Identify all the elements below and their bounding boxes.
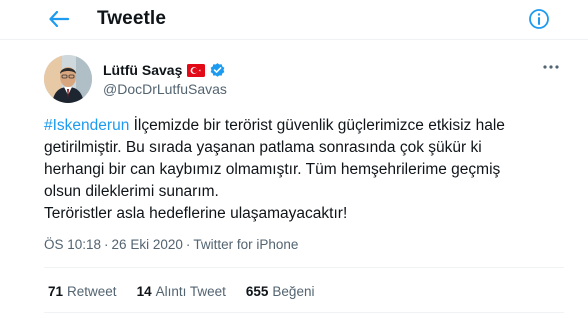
info-button[interactable] <box>528 8 552 32</box>
tweet-source-link[interactable]: Twitter for iPhone <box>193 237 298 252</box>
meta-separator: · <box>185 237 191 252</box>
tweet-line: getirilmiştir. Bu sırada yaşanan patlama… <box>44 139 482 156</box>
retweet-label: Retweet <box>67 284 117 299</box>
divider <box>44 312 564 313</box>
more-options-button[interactable] <box>540 60 562 74</box>
hashtag-link[interactable]: #Iskenderun <box>44 117 129 134</box>
author-handle[interactable]: @DocDrLutfuSavas <box>103 81 227 97</box>
tweet-line: #Iskenderun İlçemizde bir terörist güven… <box>44 115 564 137</box>
verified-badge-icon <box>210 62 225 77</box>
tweet-date[interactable]: 26 Eki 2020 <box>112 237 183 252</box>
top-bar: Tweetle <box>0 0 588 40</box>
turkey-flag-icon <box>187 63 206 77</box>
quote-count-link[interactable]: 14 Alıntı Tweet <box>137 284 226 299</box>
like-label: Beğeni <box>272 284 315 299</box>
tweet-text: #Iskenderun İlçemizde bir terörist güven… <box>44 115 564 225</box>
tweet-line: Teröristler asla hedeflerine ulaşamayaca… <box>44 205 348 222</box>
author-name[interactable]: Lütfü Savaş <box>103 62 182 78</box>
more-horizontal-icon <box>543 65 559 69</box>
like-count: 655 <box>245 284 269 299</box>
tweet-line: olsun dileklerimi sunarım. <box>44 183 219 200</box>
quote-count: 14 <box>136 284 152 299</box>
divider <box>44 267 564 268</box>
author-row[interactable]: Lütfü Savaş <box>103 61 226 79</box>
tweet-time[interactable]: ÖS 10:18 <box>44 237 101 252</box>
tweet-text-segment: İlçemizde bir terörist güvenlik güçlerim… <box>129 117 505 134</box>
avatar[interactable] <box>44 55 92 103</box>
tweet-metadata: ÖS 10:18 · 26 Eki 2020 · Twitter for iPhone <box>44 237 298 252</box>
quote-label: Alıntı Tweet <box>155 284 226 299</box>
meta-separator: · <box>104 237 109 252</box>
back-button[interactable] <box>44 6 74 32</box>
retweet-count-link[interactable]: 71 Retweet <box>48 284 117 299</box>
like-count-link[interactable]: 655 Beğeni <box>246 284 315 299</box>
tweet-line: herhangi bir can kaybımız olmamıştır. Tü… <box>44 161 501 178</box>
info-icon <box>529 9 549 29</box>
page-title: Tweetle <box>97 8 166 29</box>
engagement-stats: 71 Retweet 14 Alıntı Tweet 655 Beğeni <box>48 284 334 299</box>
retweet-count: 71 <box>48 284 64 299</box>
arrow-left-icon <box>49 11 69 27</box>
